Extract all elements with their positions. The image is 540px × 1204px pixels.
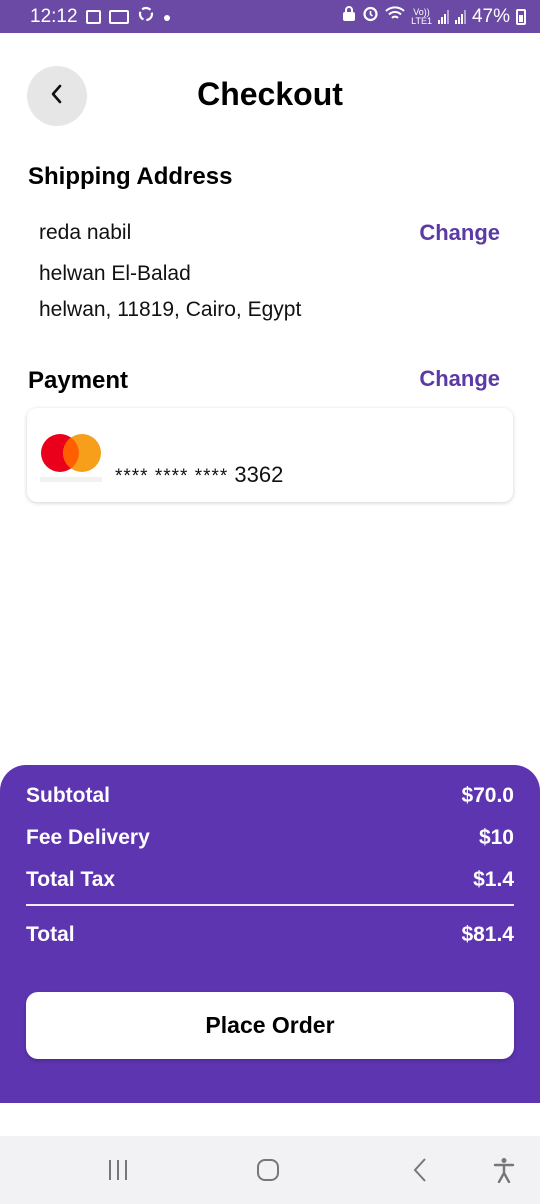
battery-icon [516, 8, 526, 25]
total-row: Total $81.4 [26, 923, 514, 947]
alarm-icon [362, 5, 379, 28]
subtotal-row: Subtotal $70.0 [26, 784, 514, 808]
subtotal-label: Subtotal [26, 784, 110, 807]
tax-value: $1.4 [473, 868, 514, 891]
delivery-fee-label: Fee Delivery [26, 826, 150, 849]
lte-label: LTE1 [411, 15, 432, 26]
status-time: 12:12 [30, 5, 78, 27]
outlook-icon [108, 9, 129, 24]
accessibility-icon[interactable] [484, 1154, 524, 1186]
tax-label: Total Tax [26, 868, 116, 891]
card-number: **** **** **** 3362 [115, 462, 283, 488]
system-nav-bar [0, 1136, 540, 1204]
subtotal-value: $70.0 [461, 784, 514, 807]
header: Checkout [0, 66, 540, 126]
delivery-fee-row: Fee Delivery $10 [26, 826, 514, 850]
signal-icon [454, 9, 466, 24]
volte-icon: Vo)) LTE1 [411, 7, 432, 26]
change-address-link[interactable]: Change [419, 220, 500, 246]
sync-icon [137, 5, 155, 29]
change-payment-link[interactable]: Change [419, 366, 500, 392]
order-summary-panel: Subtotal $70.0 Fee Delivery $10 Total Ta… [0, 765, 540, 1103]
lock-icon [342, 5, 356, 28]
payment-card[interactable]: **** **** **** 3362 [27, 408, 513, 502]
summary-divider [26, 904, 514, 906]
delivery-fee-value: $10 [478, 826, 514, 849]
recent-apps-icon[interactable] [98, 1154, 138, 1186]
address-line-2: helwan, 11819, Cairo, Egypt [39, 298, 302, 321]
tax-row: Total Tax $1.4 [26, 868, 514, 892]
back-icon[interactable] [400, 1154, 440, 1186]
wifi-icon [385, 5, 405, 28]
card-last4: 3362 [234, 462, 284, 487]
home-icon[interactable] [248, 1154, 288, 1186]
dot-icon [163, 6, 171, 28]
total-value: $81.4 [461, 923, 514, 946]
signal-icon [437, 9, 449, 24]
recipient-name: reda nabil [39, 221, 132, 244]
card-masked-digits: **** **** **** [115, 466, 229, 487]
status-bar: 12:12 Vo)) LTE1 47% [0, 0, 540, 33]
place-order-button[interactable]: Place Order [26, 992, 514, 1059]
address-line-1: helwan El-Balad [39, 262, 191, 285]
battery-percent: 47% [471, 5, 510, 27]
shipping-address-title: Shipping Address [28, 163, 233, 190]
page-title: Checkout [197, 76, 343, 112]
mastercard-logo [38, 433, 104, 489]
gallery-icon [85, 9, 101, 24]
total-label: Total [26, 923, 75, 946]
payment-title: Payment [28, 367, 129, 394]
